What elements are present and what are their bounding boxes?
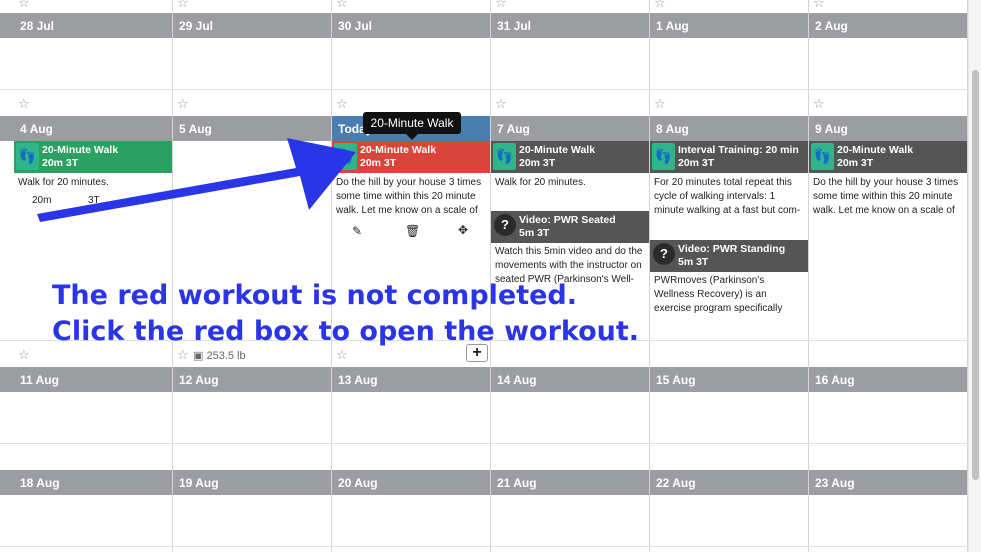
arrow-shape [37,138,356,222]
vertical-scrollbar[interactable] [968,0,981,552]
annotation-line-1: The red workout is not completed. [52,280,578,311]
scrollbar-thumb[interactable] [972,70,979,480]
calendar-page: ☆ 28 Jul ☆ 29 Jul ☆ 30 Jul ☆ 31 Jul ☆ 1 … [0,0,981,552]
annotation-line-2: Click the red box to open the workout. [52,316,640,347]
tutorial-arrow [37,138,356,222]
tutorial-annotation: The red workout is not completed. Click … [52,278,639,350]
